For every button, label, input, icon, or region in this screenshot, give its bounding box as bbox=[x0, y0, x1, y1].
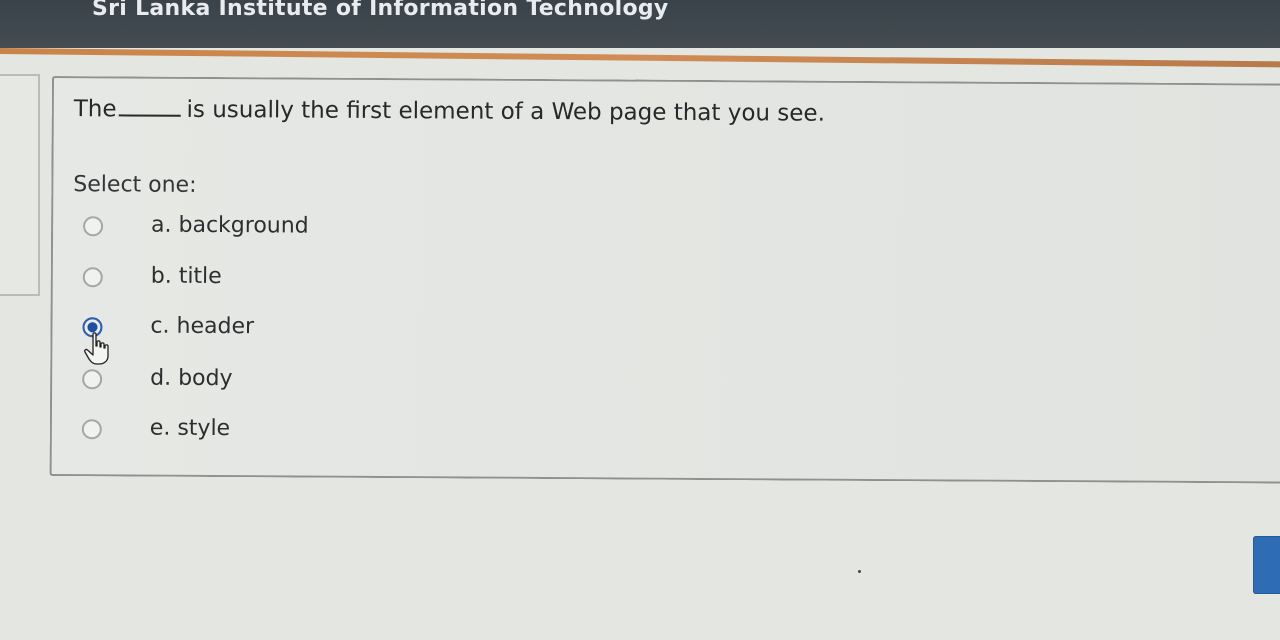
option-a-label[interactable]: a. background bbox=[151, 213, 309, 239]
radio-e[interactable] bbox=[81, 419, 102, 440]
option-d[interactable]: d. body bbox=[82, 363, 482, 399]
option-d-label[interactable]: d. body bbox=[150, 366, 233, 392]
option-c-label[interactable]: c. header bbox=[150, 314, 254, 340]
question-info-panel bbox=[0, 74, 40, 296]
radio-d[interactable] bbox=[82, 369, 103, 390]
select-one-prompt: Select one: bbox=[73, 172, 197, 198]
option-a[interactable]: a. background bbox=[83, 210, 483, 246]
question-text-before: The bbox=[73, 96, 117, 123]
site-header: Sri Lanka Institute of Information Techn… bbox=[0, 0, 1280, 48]
radio-a[interactable] bbox=[83, 216, 104, 237]
site-title: Sri Lanka Institute of Information Techn… bbox=[92, 0, 669, 21]
question-text-after: is usually the first element of a Web pa… bbox=[186, 96, 826, 127]
option-e[interactable]: e. style bbox=[81, 413, 482, 449]
header-accent-stripe bbox=[0, 48, 1280, 68]
option-b-label[interactable]: b. title bbox=[151, 264, 222, 289]
question-blank bbox=[118, 108, 181, 117]
radio-c[interactable] bbox=[82, 317, 103, 338]
info-panel-edge-text bbox=[0, 140, 6, 156]
option-c[interactable]: c. header bbox=[82, 311, 482, 347]
question-text: The is usually the first element of a Web… bbox=[74, 96, 825, 127]
radio-b[interactable] bbox=[82, 267, 103, 288]
option-b[interactable]: b. title bbox=[82, 261, 483, 297]
question-container: The is usually the first element of a Web… bbox=[49, 76, 1280, 484]
stray-dot bbox=[858, 570, 861, 573]
navigation-button[interactable] bbox=[1253, 536, 1280, 594]
option-e-label[interactable]: e. style bbox=[150, 416, 230, 441]
